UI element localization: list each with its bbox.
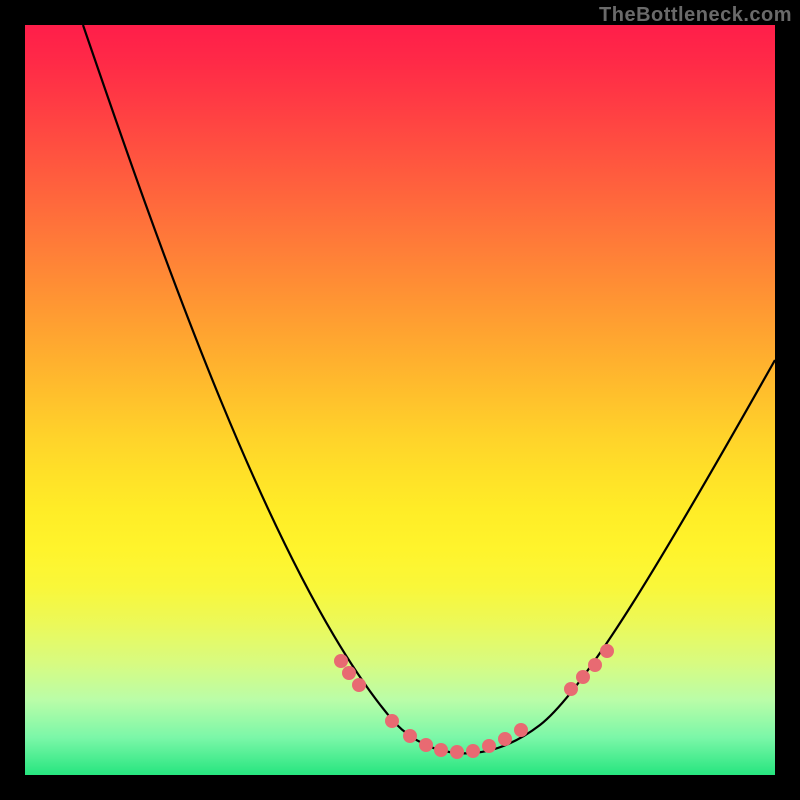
- chart-marker: [419, 738, 433, 752]
- chart-marker: [576, 670, 590, 684]
- chart-marker: [342, 666, 356, 680]
- chart-marker: [466, 744, 480, 758]
- chart-marker: [352, 678, 366, 692]
- chart-marker: [403, 729, 417, 743]
- chart-marker: [385, 714, 399, 728]
- chart-marker: [588, 658, 602, 672]
- chart-marker: [498, 732, 512, 746]
- chart-markers: [334, 644, 614, 759]
- chart-marker: [600, 644, 614, 658]
- chart-marker: [482, 739, 496, 753]
- chart-marker: [514, 723, 528, 737]
- watermark-text: TheBottleneck.com: [599, 4, 792, 27]
- chart-marker: [434, 743, 448, 757]
- chart-marker: [450, 745, 464, 759]
- chart-stage: TheBottleneck.com: [0, 0, 800, 800]
- plot-area: [25, 25, 775, 775]
- chart-curve: [83, 25, 775, 753]
- chart-marker: [564, 682, 578, 696]
- chart-svg: [25, 25, 775, 775]
- chart-marker: [334, 654, 348, 668]
